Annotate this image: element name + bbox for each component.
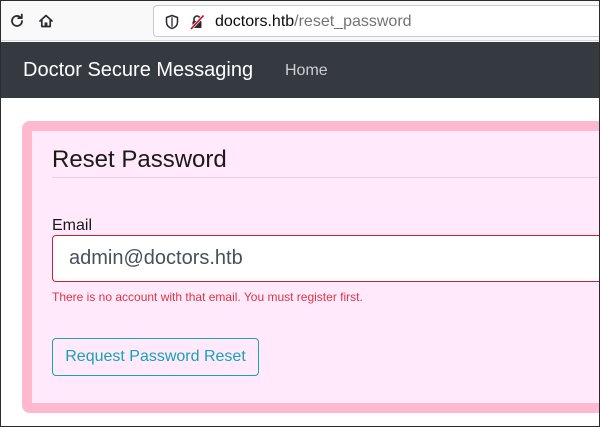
reload-icon xyxy=(11,13,23,27)
reset-password-card: Reset Password Email There is no account… xyxy=(22,121,599,413)
page-title: Reset Password xyxy=(52,146,227,173)
insecure-lock-icon[interactable] xyxy=(189,14,205,30)
browser-window: doctors.htb/reset_password Doctor Secure… xyxy=(0,0,600,427)
url-path: /reset_password xyxy=(294,13,412,30)
title-divider xyxy=(52,177,599,178)
url-host: doctors.htb xyxy=(215,13,295,30)
email-label: Email xyxy=(52,217,93,234)
email-error-message: There is no account with that email. You… xyxy=(52,290,363,304)
request-password-reset-button[interactable]: Request Password Reset xyxy=(52,338,259,376)
url-text[interactable]: doctors.htb/reset_password xyxy=(215,12,412,32)
navbar-brand[interactable]: Doctor Secure Messaging xyxy=(23,58,253,82)
site-navbar: Doctor Secure Messaging Home xyxy=(1,42,599,98)
email-field[interactable] xyxy=(52,235,599,282)
nav-link-home[interactable]: Home xyxy=(285,61,328,81)
browser-toolbar: doctors.htb/reset_password xyxy=(1,1,599,41)
shield-icon[interactable] xyxy=(164,14,180,30)
reload-button[interactable] xyxy=(6,10,28,32)
home-icon xyxy=(39,14,53,28)
address-bar[interactable]: doctors.htb/reset_password xyxy=(153,5,599,37)
home-button[interactable] xyxy=(35,10,57,32)
